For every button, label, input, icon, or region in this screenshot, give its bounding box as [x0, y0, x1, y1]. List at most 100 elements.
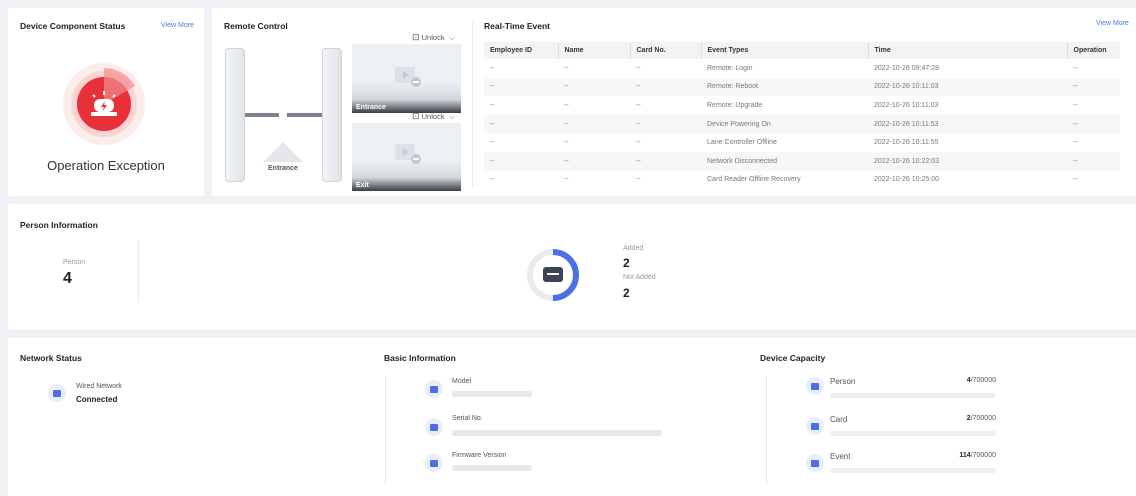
unlock-button[interactable]: ⊡ Unlock ⌵: [412, 32, 455, 43]
person-count-label: Person: [63, 259, 86, 266]
added-label: Added: [623, 245, 644, 252]
table-cell: --: [1073, 101, 1078, 109]
table-cell: --: [636, 64, 641, 72]
table-cell: --: [1073, 139, 1078, 147]
table-cell: --: [630, 77, 701, 97]
camera-label: Entrance: [356, 104, 386, 111]
camera-label: Exit: [356, 182, 369, 189]
video-placeholder-icon: [395, 67, 421, 87]
not-added-label: Not Added: [623, 274, 656, 281]
turnstile-arm-left: [245, 113, 279, 117]
table-cell: --: [636, 176, 641, 184]
table-header-row: Employee ID Name Card No. Event Types Ti…: [484, 42, 1120, 59]
capacity-value: 4/700000: [967, 377, 996, 384]
person-information-title: Person Information: [20, 220, 98, 230]
table-cell: 2022-10-26 10:11:55: [874, 139, 939, 147]
remote-control-title: Remote Control: [224, 21, 288, 31]
table-row[interactable]: -- -- -- Card Reader Offline Recovery 2022-1…: [484, 171, 1120, 190]
person-information-card: Person Information Person 4 Added 2 Not …: [8, 204, 1136, 330]
column-header[interactable]: Event Types: [700, 42, 868, 59]
person-capacity-icon: [806, 377, 824, 395]
direction-arrow-icon: [263, 142, 303, 162]
not-added-value: 2: [623, 286, 630, 300]
basic-information-title: Basic Information: [384, 353, 456, 363]
capacity-used: 114: [959, 452, 971, 459]
section-divider: [385, 376, 386, 484]
table-cell: --: [1073, 64, 1078, 72]
capacity-value: 114/700000: [959, 452, 996, 459]
table-cell: --: [490, 176, 495, 184]
capacity-total: /700000: [970, 452, 996, 459]
capacity-progress-bar: [830, 468, 996, 473]
table-row[interactable]: -- -- -- Remote: Upgrade 2022-10-26 10:11:03…: [484, 96, 1120, 115]
table-cell: Remote: Upgrade: [707, 101, 763, 109]
video-placeholder-icon: [395, 144, 421, 164]
table-cell: Device Powering On: [701, 114, 868, 134]
table-cell: --: [490, 64, 495, 72]
table-cell: --: [636, 101, 641, 109]
device-capacity-title: Device Capacity: [760, 353, 826, 363]
column-header[interactable]: Time: [867, 42, 1067, 59]
view-more-link[interactable]: View More: [161, 22, 194, 29]
network-value: Connected: [76, 395, 118, 404]
table-cell: Remote: Login: [707, 64, 753, 72]
gate-label: Entrance: [268, 165, 298, 172]
event-capacity-icon: [806, 454, 824, 472]
table-row[interactable]: -- -- -- Remote: Login 2022-10-26 09:47:28 --: [484, 59, 1120, 78]
serial-icon: [425, 418, 443, 436]
capacity-total: /700000: [970, 415, 996, 422]
table-row[interactable]: -- -- -- Lane Controller Offline 2022-10-26 …: [484, 133, 1120, 152]
capacity-label: Person: [830, 377, 856, 386]
device-component-status-card: Device Component Status View More Operat…: [8, 8, 204, 196]
capacity-progress-bar: [830, 431, 996, 436]
chevron-down-icon: ⌵: [449, 114, 455, 121]
column-header[interactable]: Employee ID: [484, 42, 558, 59]
view-more-link[interactable]: View More: [1096, 20, 1129, 27]
table-cell: --: [484, 77, 558, 97]
table-row[interactable]: -- -- -- Network Disconnected 2022-10-26 10:…: [484, 151, 1120, 171]
alarm-icon: [63, 63, 145, 145]
component-status-text: Operation Exception: [47, 158, 165, 173]
column-header[interactable]: Name: [557, 42, 630, 59]
network-icon: [48, 384, 66, 402]
table-cell: Remote: Reboot: [701, 77, 868, 97]
added-value: 2: [623, 256, 630, 270]
network-status-title: Network Status: [20, 353, 82, 363]
event-table: Employee ID Name Card No. Event Types Ti…: [484, 42, 1120, 189]
table-cell: --: [1067, 114, 1120, 134]
table-row[interactable]: -- -- -- Device Powering On 2022-10-26 10:11…: [484, 114, 1120, 134]
model-label: Model: [452, 378, 472, 385]
column-header[interactable]: Operation: [1066, 42, 1120, 59]
device-component-status-title: Device Component Status: [20, 21, 126, 31]
firmware-icon: [425, 454, 443, 472]
unlock-label: Unlock: [421, 112, 445, 121]
table-cell: --: [564, 139, 569, 147]
capacity-label: Card: [830, 415, 848, 424]
unlock-label: Unlock: [421, 33, 445, 42]
camera-preview-exit[interactable]: Exit: [352, 123, 461, 191]
firmware-label: Firmware Version: [452, 452, 507, 459]
turnstile-right-pillar: [322, 48, 342, 182]
section-divider: [138, 240, 139, 302]
firmware-value-redacted: [452, 465, 532, 471]
table-cell: --: [484, 151, 558, 171]
table-row[interactable]: -- -- -- Remote: Reboot 2022-10-26 10:11:03-…: [484, 77, 1120, 97]
bottom-info-card: Network Status Wired Network Connected B…: [8, 338, 1136, 496]
camera-preview-entrance[interactable]: Entrance: [352, 44, 461, 113]
person-count-value: 4: [63, 270, 72, 287]
turnstile-left-pillar: [225, 48, 245, 182]
section-divider: [766, 376, 767, 484]
table-cell: 2022-10-26 10:25:00: [874, 176, 939, 184]
model-icon: [425, 380, 443, 398]
table-cell: --: [1067, 151, 1120, 171]
serial-label: Serial No.: [452, 415, 483, 422]
table-cell: 2022-10-26 09:47:28: [874, 64, 939, 72]
table-cell: Network Disconnected: [701, 151, 868, 171]
table-cell: --: [564, 176, 569, 184]
table-cell: --: [484, 114, 558, 134]
unlock-button[interactable]: ⊡ Unlock ⌵: [412, 111, 455, 122]
table-cell: Lane Controller Offline: [707, 139, 777, 147]
table-cell: --: [1067, 77, 1120, 97]
column-header[interactable]: Card No.: [629, 42, 701, 59]
capacity-label: Event: [830, 452, 851, 461]
